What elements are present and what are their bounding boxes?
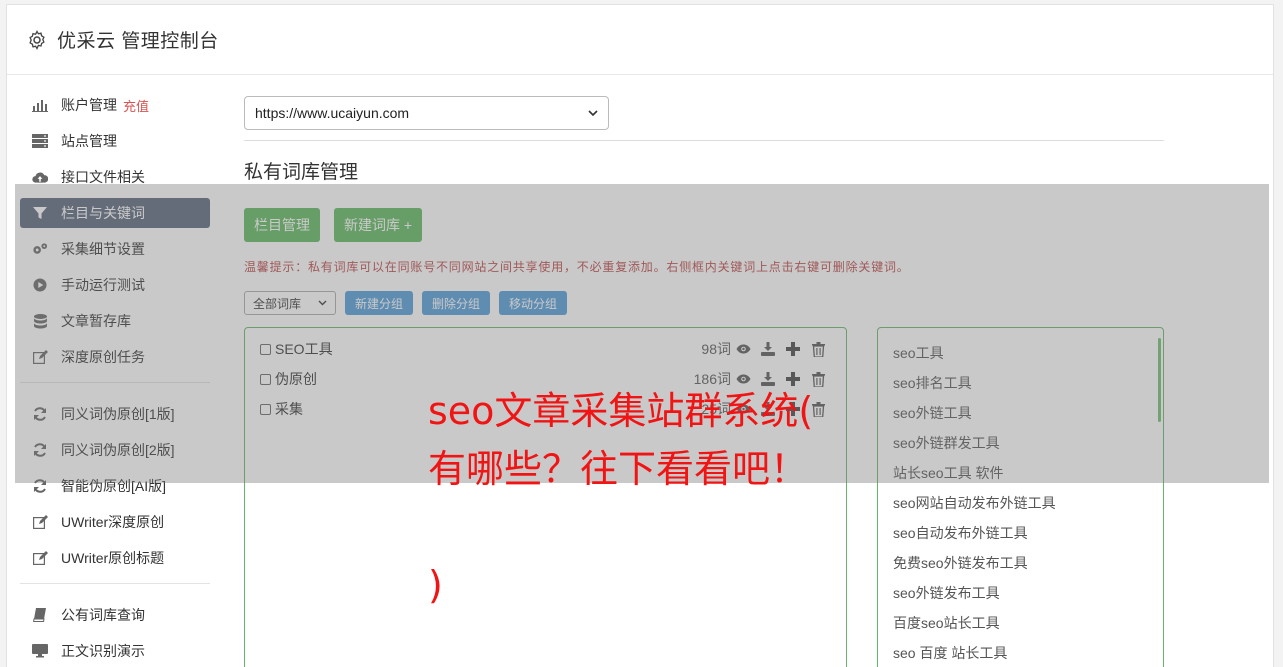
monitor-icon <box>32 643 48 659</box>
site-select[interactable]: https://www.ucaiyun.com <box>244 96 609 130</box>
chevron-down-icon <box>588 109 598 116</box>
overlay-line: 有哪些？往下看看吧！ <box>428 447 809 491</box>
sidebar-item-label: UWriter深度原创 <box>61 514 165 530</box>
sidebar-item-text-recognition[interactable]: 正文识别演示 <box>20 636 210 666</box>
sidebar-item-label: 公有词库查询 <box>61 607 145 623</box>
sidebar-item-label: 站点管理 <box>61 133 117 149</box>
site-select-value: https://www.ucaiyun.com <box>255 105 410 121</box>
divider <box>244 140 1164 141</box>
sidebar-item-public-lexicon[interactable]: 公有词库查询 <box>20 600 210 630</box>
book-icon <box>32 607 48 623</box>
sidebar-item-uwriter-title[interactable]: UWriter原创标题 <box>20 543 210 573</box>
keyword-item[interactable]: seo自动发布外链工具 <box>878 518 1163 548</box>
page-title: 优采云 管理控制台 <box>57 31 219 52</box>
sidebar-item-label: 正文识别演示 <box>61 643 145 659</box>
overlay-line: seo文章采集站群系统( <box>428 389 814 433</box>
header: 优采云 管理控制台 <box>7 5 1273 75</box>
keyword-item[interactable]: 百度seo站长工具 <box>878 608 1163 638</box>
sidebar-item-uwriter-deep[interactable]: UWriter深度原创 <box>20 507 210 537</box>
overlay-headline: seo文章采集站群系统( 有哪些？往下看看吧！ ) <box>428 382 868 614</box>
recharge-link[interactable]: 充值 <box>123 96 149 115</box>
sidebar-item-label: UWriter原创标题 <box>61 550 165 566</box>
sidebar-item-sites[interactable]: 站点管理 <box>20 126 210 156</box>
keyword-item[interactable]: seo外链发布工具 <box>878 578 1163 608</box>
keyword-item[interactable]: seo网站自动发布外链工具 <box>878 488 1163 518</box>
keyword-item[interactable]: 免费seo外链发布工具 <box>878 548 1163 578</box>
sidebar-divider <box>20 583 210 584</box>
server-icon <box>32 133 48 149</box>
bar-chart-icon <box>32 97 48 113</box>
sidebar-item-label: 账户管理 <box>61 97 117 113</box>
keyword-item[interactable]: seo 百度 站长工具 <box>878 638 1163 667</box>
cloud-upload-icon <box>32 169 48 185</box>
sidebar-item-account[interactable]: 账户管理 充值 <box>20 90 210 120</box>
edit-icon <box>32 514 48 530</box>
overlay-line: ) <box>428 563 443 607</box>
section-title: 私有词库管理 <box>244 162 359 183</box>
gear-icon <box>29 29 45 50</box>
edit-icon <box>32 550 48 566</box>
